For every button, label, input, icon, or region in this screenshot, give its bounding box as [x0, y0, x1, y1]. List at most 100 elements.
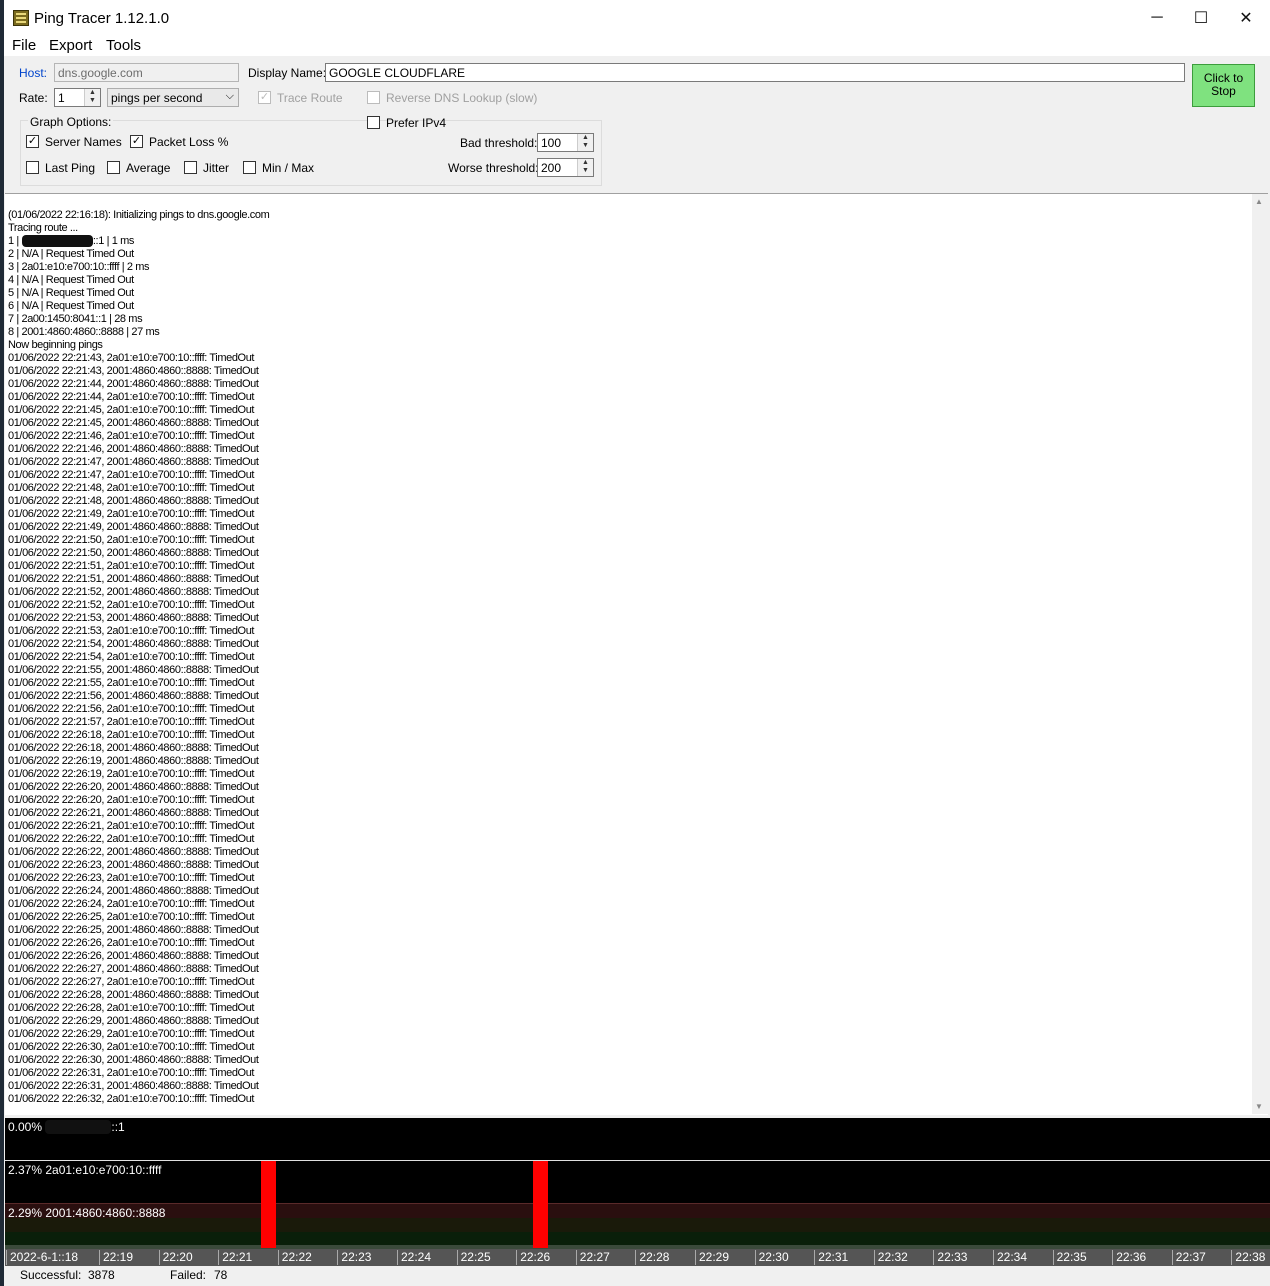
- menu-export[interactable]: Export: [49, 37, 92, 54]
- log-line: 01/06/2022 22:26:31, 2a01:e10:e700:10::f…: [8, 1067, 255, 1079]
- stop-button[interactable]: Click to Stop: [1192, 64, 1255, 107]
- min-max-checkbox[interactable]: [243, 161, 256, 174]
- log-line: 01/06/2022 22:21:48, 2001:4860:4860::888…: [8, 495, 259, 507]
- log-line: 7 | 2a00:1450:8041::1 | 28 ms: [8, 313, 143, 325]
- log-line: 3 | 2a01:e10:e700:10::ffff | 2 ms: [8, 261, 150, 273]
- display-name-input[interactable]: GOOGLE CLOUDFLARE: [325, 63, 1185, 82]
- log-line: (01/06/2022 22:16:18): Initializing ping…: [8, 209, 270, 221]
- log-line: 01/06/2022 22:26:28, 2a01:e10:e700:10::f…: [8, 1002, 255, 1014]
- log-line: 01/06/2022 22:26:19, 2001:4860:4860::888…: [8, 755, 259, 767]
- rate-value: 1: [58, 91, 65, 105]
- time-axis-label: 22:33: [933, 1250, 967, 1265]
- log-line: 01/06/2022 22:21:45, 2a01:e10:e700:10::f…: [8, 404, 255, 416]
- maximize-icon[interactable]: ☐: [1179, 4, 1223, 32]
- time-axis-label: 22:29: [695, 1250, 729, 1265]
- log-line: 01/06/2022 22:21:55, 2a01:e10:e700:10::f…: [8, 677, 255, 689]
- log-line: 01/06/2022 22:26:32, 2a01:e10:e700:10::f…: [8, 1093, 255, 1105]
- prefer-ipv4-label: Prefer IPv4: [386, 116, 447, 130]
- successful-count: 3878: [88, 1268, 115, 1282]
- time-axis-label: 22:20: [158, 1250, 193, 1265]
- time-axis-label: 22:25: [456, 1250, 491, 1265]
- graph-canvas: [5, 1160, 1270, 1249]
- log-line: 01/06/2022 22:26:26, 2001:4860:4860::888…: [8, 950, 259, 962]
- log-textbox[interactable]: (01/06/2022 22:16:18): Initializing ping…: [5, 193, 1268, 1115]
- log-line: 2 | N/A | Request Timed Out: [8, 248, 134, 260]
- time-axis-label: 22:32: [873, 1250, 908, 1265]
- log-line: 01/06/2022 22:26:22, 2001:4860:4860::888…: [8, 846, 259, 858]
- log-line: 01/06/2022 22:21:53, 2a01:e10:e700:10::f…: [8, 625, 255, 637]
- bad-threshold-stepper[interactable]: 100 ▲ ▼: [537, 133, 594, 152]
- rate-spin-icon[interactable]: ▲ ▼: [84, 89, 100, 106]
- worse-threshold-value: 200: [541, 161, 562, 175]
- jitter-checkbox[interactable]: [184, 161, 197, 174]
- log-line: 01/06/2022 22:21:52, 2001:4860:4860::888…: [8, 586, 259, 598]
- scroll-down-icon[interactable]: ▼: [1255, 1102, 1263, 1111]
- redacted-address: xxxxxxxxxxxxxx: [21, 235, 93, 247]
- menu-tools[interactable]: Tools: [106, 37, 141, 54]
- log-line: 01/06/2022 22:21:47, 2001:4860:4860::888…: [8, 456, 259, 468]
- log-line: 01/06/2022 22:21:46, 2a01:e10:e700:10::f…: [8, 430, 255, 442]
- time-axis-label: 22:21: [218, 1250, 252, 1265]
- log-line: 01/06/2022 22:21:52, 2a01:e10:e700:10::f…: [8, 599, 255, 611]
- log-line: 5 | N/A | Request Timed Out: [8, 287, 134, 299]
- time-axis-label: 22:19: [99, 1250, 133, 1265]
- time-axis-label: 2022-6-1::18: [6, 1250, 78, 1265]
- log-line: 01/06/2022 22:26:22, 2a01:e10:e700:10::f…: [8, 833, 255, 845]
- successful-label: Successful:: [20, 1268, 82, 1282]
- log-line: 01/06/2022 22:21:48, 2a01:e10:e700:10::f…: [8, 482, 255, 494]
- log-line: 8 | 2001:4860:4860::8888 | 27 ms: [8, 326, 160, 338]
- average-label: Average: [126, 161, 171, 175]
- ping-tracer-window: Ping Tracer 1.12.1.0 ─ ☐ ✕ File Export T…: [4, 0, 1270, 1286]
- minimize-icon[interactable]: ─: [1135, 4, 1179, 32]
- rate-label: Rate:: [19, 91, 48, 105]
- rate-unit-select[interactable]: pings per second ⌵: [107, 88, 239, 107]
- rate-stepper[interactable]: 1 ▲ ▼: [54, 88, 101, 107]
- trace-route-label: Trace Route: [277, 91, 343, 105]
- worse-threshold-label: Worse threshold:: [448, 161, 539, 175]
- last-ping-checkbox[interactable]: [26, 161, 39, 174]
- jitter-label: Jitter: [203, 161, 230, 175]
- time-axis-label: 22:36: [1112, 1250, 1146, 1265]
- server-names-checkbox[interactable]: ✓: [26, 135, 39, 148]
- log-scrollbar[interactable]: ▲ ▼: [1252, 194, 1268, 1114]
- log-line: 01/06/2022 22:21:47, 2a01:e10:e700:10::f…: [8, 469, 255, 481]
- time-axis-label: 22:34: [993, 1250, 1027, 1265]
- ping-graph[interactable]: 0.00% xxxxxxxxxxx::1 2.37% 2a01:e10:e700…: [5, 1118, 1270, 1266]
- title-bar: Ping Tracer 1.12.1.0 ─ ☐ ✕: [4, 0, 1270, 36]
- menu-file[interactable]: File: [12, 37, 36, 54]
- worse-threshold-stepper[interactable]: 200 ▲ ▼: [537, 158, 594, 177]
- close-icon[interactable]: ✕: [1224, 4, 1268, 32]
- log-line: 01/06/2022 22:26:25, 2001:4860:4860::888…: [8, 924, 259, 936]
- packet-loss-checkbox[interactable]: ✓: [130, 135, 143, 148]
- display-name-label: Display Name:: [248, 66, 327, 80]
- packet-loss-label: Packet Loss %: [149, 135, 229, 149]
- last-ping-label: Last Ping: [45, 161, 96, 175]
- prefer-ipv4-checkbox[interactable]: [367, 116, 380, 129]
- log-line: 1 | xxxxxxxxxxxxxx::1 | 1 ms: [8, 235, 134, 247]
- reverse-dns-checkbox[interactable]: [367, 91, 380, 104]
- average-checkbox[interactable]: [107, 161, 120, 174]
- host-input[interactable]: dns.google.com: [54, 63, 239, 82]
- failed-label: Failed:: [170, 1268, 207, 1282]
- graph-options-label: Graph Options:: [28, 115, 114, 129]
- log-line: 01/06/2022 22:26:25, 2a01:e10:e700:10::f…: [8, 911, 255, 923]
- log-line: 01/06/2022 22:26:31, 2001:4860:4860::888…: [8, 1080, 259, 1092]
- log-line: 01/06/2022 22:21:43, 2001:4860:4860::888…: [8, 365, 259, 377]
- trace-route-checkbox[interactable]: ✓: [258, 91, 271, 104]
- log-line: 01/06/2022 22:26:29, 2001:4860:4860::888…: [8, 1015, 259, 1027]
- time-axis-label: 22:35: [1052, 1250, 1087, 1265]
- reverse-dns-label: Reverse DNS Lookup (slow): [386, 91, 538, 105]
- stop-button-line-1: Click to: [1203, 71, 1244, 85]
- log-line: 01/06/2022 22:21:44, 2001:4860:4860::888…: [8, 378, 259, 390]
- scroll-up-icon[interactable]: ▲: [1255, 197, 1263, 206]
- worse-threshold-spin-icon[interactable]: ▲ ▼: [577, 159, 593, 176]
- log-line: 01/06/2022 22:26:27, 2001:4860:4860::888…: [8, 963, 259, 975]
- bad-threshold-label: Bad threshold:: [460, 136, 538, 150]
- server-names-label: Server Names: [45, 135, 122, 149]
- window-title: Ping Tracer 1.12.1.0: [34, 10, 170, 27]
- log-line: 01/06/2022 22:26:23, 2001:4860:4860::888…: [8, 859, 259, 871]
- time-axis-label: 22:22: [277, 1250, 312, 1265]
- time-axis-label: 22:23: [337, 1250, 371, 1265]
- bad-threshold-spin-icon[interactable]: ▲ ▼: [577, 134, 593, 151]
- log-line: 01/06/2022 22:21:56, 2001:4860:4860::888…: [8, 690, 259, 702]
